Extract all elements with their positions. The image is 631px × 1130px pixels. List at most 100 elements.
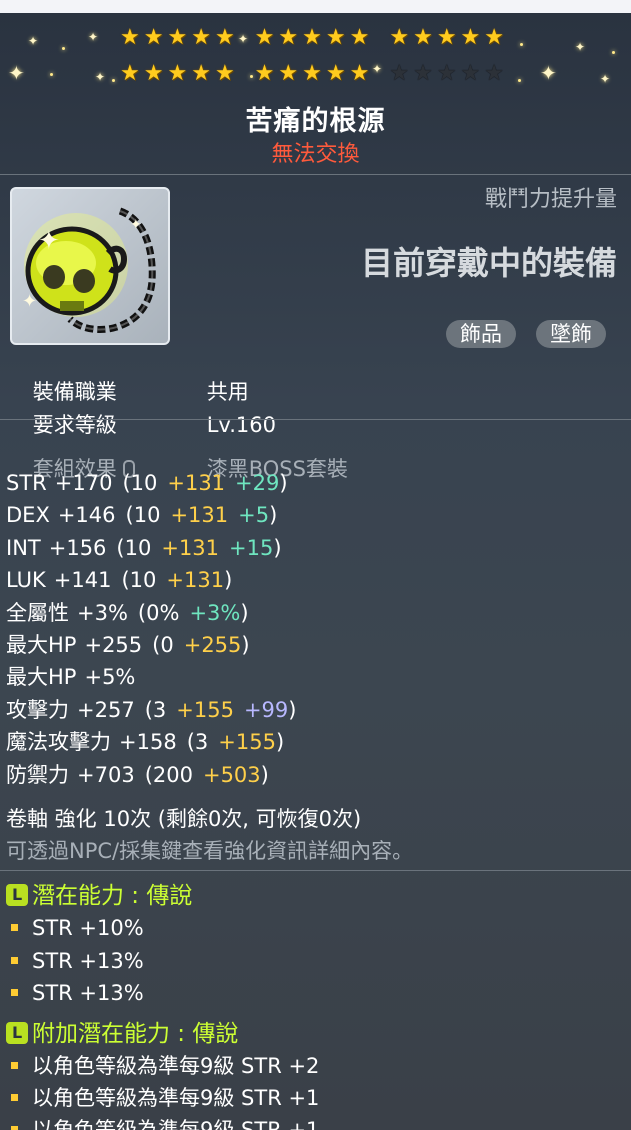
svg-text:✦: ✦ [38, 226, 60, 256]
stat-row: 最大HP +5% [6, 663, 145, 691]
additional-potential-line: 以角色等級為準每9級 STR +1 [6, 1116, 319, 1130]
stat-name: 最大HP [6, 665, 77, 690]
potential-header: 潛在能力 : 傳說 [6, 882, 192, 910]
star-filled-icon: ★ [278, 25, 299, 50]
divider [0, 174, 631, 175]
svg-text:✦: ✦ [130, 217, 142, 233]
star-filled-icon: ★ [325, 25, 346, 50]
stat-bonus-scroll: +155 [218, 730, 276, 755]
scroll-upgrade: 卷軸 強化 10次 (剩餘0次, 可恢復0次) [6, 807, 362, 831]
bullet-icon [11, 1062, 18, 1069]
category-tag: 飾品 [446, 320, 516, 348]
stat-close: ) [279, 471, 288, 495]
stat-row: LUK +141 (10 +131) [6, 566, 232, 594]
star-filled-icon: ★ [191, 61, 211, 86]
potential-text: STR +10% [32, 916, 144, 940]
equipped-status: 目前穿戴中的裝備 [360, 244, 617, 282]
stat-total: +255 [84, 633, 143, 657]
additional-potential-title: 附加潛在能力 : 傳說 [32, 1021, 239, 1047]
stat-name: 防禦力 [6, 762, 69, 787]
svg-text:✦: ✦ [22, 291, 37, 312]
sparkle-icon: ✦ [540, 61, 557, 85]
bullet-icon [11, 1126, 18, 1130]
stat-bonus-extra: +99 [243, 697, 289, 722]
potential-line: STR +10% [6, 914, 144, 942]
sparkle-icon: ✦ [88, 30, 99, 44]
star-filled-icon: ★ [302, 61, 322, 86]
stat-bonus-extra: +15 [229, 535, 274, 560]
star-empty-icon: ★ [436, 61, 457, 86]
stat-close: ) [275, 730, 285, 755]
stat-name: STR [6, 471, 47, 495]
subcategory-tag: 墜飾 [536, 320, 606, 348]
star-filled-icon: ★ [278, 61, 299, 86]
stat-row: 防禦力 +703 (200 +503) [6, 761, 269, 789]
star-filled-icon: ★ [214, 25, 235, 50]
trade-status: 無法交換 [271, 142, 360, 167]
sparkle-icon: ✦ [8, 61, 25, 85]
stat-row: 攻擊力 +257 (3 +155 +99) [6, 696, 296, 724]
sparkle-icon: ✦ [575, 40, 586, 54]
potential-title: 潛在能力 : 傳說 [32, 883, 193, 909]
sparkle-icon: ✦ [28, 34, 39, 48]
stat-name: LUK [6, 568, 46, 593]
stat-bonus-scroll: +131 [167, 471, 226, 495]
stat-row: 最大HP +255 (0 +255) [6, 631, 250, 659]
combat-power-label: 戰鬥力提升量 [484, 187, 617, 212]
stat-row: DEX +146 (10 +131 +5) [6, 501, 277, 529]
stat-total: +703 [77, 762, 135, 787]
potential-text: STR +13% [32, 949, 144, 973]
stat-close: ) [273, 535, 282, 560]
stat-base: (10 [125, 503, 161, 528]
stat-total: +158 [119, 730, 177, 755]
star-filled-icon: ★ [191, 25, 211, 50]
star-filled-icon: ★ [413, 25, 433, 50]
stat-row: INT +156 (10 +131 +15) [6, 534, 282, 562]
bullet-icon [11, 957, 18, 964]
star-empty-icon: ★ [389, 61, 410, 86]
stat-row: 全屬性 +3% (0% +3%) [6, 599, 249, 627]
additional-potential-header: 附加潛在能力 : 傳說 [6, 1020, 238, 1048]
stat-bonus-extra: +5 [238, 503, 270, 528]
bullet-icon [11, 924, 18, 931]
stat-total: +141 [53, 568, 112, 593]
stat-bonus-scroll: +131 [161, 535, 220, 560]
star-filled-icon: ★ [167, 61, 188, 86]
potential-line: STR +13% [6, 947, 144, 975]
star-filled-icon: ★ [214, 61, 235, 86]
stat-base: (3 [144, 697, 167, 722]
star-filled-icon: ★ [349, 25, 370, 50]
star-filled-icon: ★ [325, 61, 346, 86]
star-filled-icon: ★ [460, 25, 481, 50]
stat-base: (10 [116, 535, 152, 560]
star-empty-icon: ★ [413, 61, 433, 86]
stat-close: ) [241, 633, 250, 657]
star-filled-icon: ★ [389, 25, 410, 50]
stat-name: 攻擊力 [6, 697, 69, 722]
additional-potential-text: 以角色等級為準每9級 STR +2 [32, 1054, 320, 1078]
legendary-grade-icon [6, 1022, 28, 1044]
legendary-grade-icon [6, 884, 28, 906]
stat-close: ) [224, 568, 233, 593]
item-name: 苦痛的根源 [245, 106, 386, 137]
stat-base: (0 [152, 633, 174, 657]
sparkle-icon: ✦ [600, 72, 611, 86]
stat-name: 全屬性 [6, 600, 69, 625]
star-empty-icon: ★ [460, 61, 481, 86]
stat-bonus-scroll: +131 [170, 503, 229, 528]
star-filled-icon: ★ [167, 25, 188, 50]
stat-total: +170 [54, 471, 113, 495]
stat-base: (3 [186, 730, 209, 755]
item-tooltip: ✦ ✦ ✦ ✦ ✦ ✦ ✦ ✦ ✦ ★ ★ ★ ★ ★ ★ ★ ★ ★ ★ ★ ★ ★ ★ ★ ★ ★ ★ ★ ★ ★… [0, 13, 631, 1130]
potential-text: STR +13% [32, 981, 144, 1005]
star-filled-icon: ★ [120, 25, 140, 50]
stat-bonus-scroll: +255 [183, 633, 242, 657]
star-filled-icon: ★ [254, 61, 275, 86]
additional-potential-line: 以角色等級為準每9級 STR +1 [6, 1084, 319, 1112]
stat-row: 魔法攻擊力 +158 (3 +155) [6, 728, 284, 756]
stat-total: +146 [57, 503, 116, 528]
stat-name: 最大HP [6, 633, 77, 657]
stat-bonus-extra: +3% [189, 600, 241, 625]
stat-close: ) [269, 503, 278, 528]
stat-name: DEX [6, 503, 50, 528]
